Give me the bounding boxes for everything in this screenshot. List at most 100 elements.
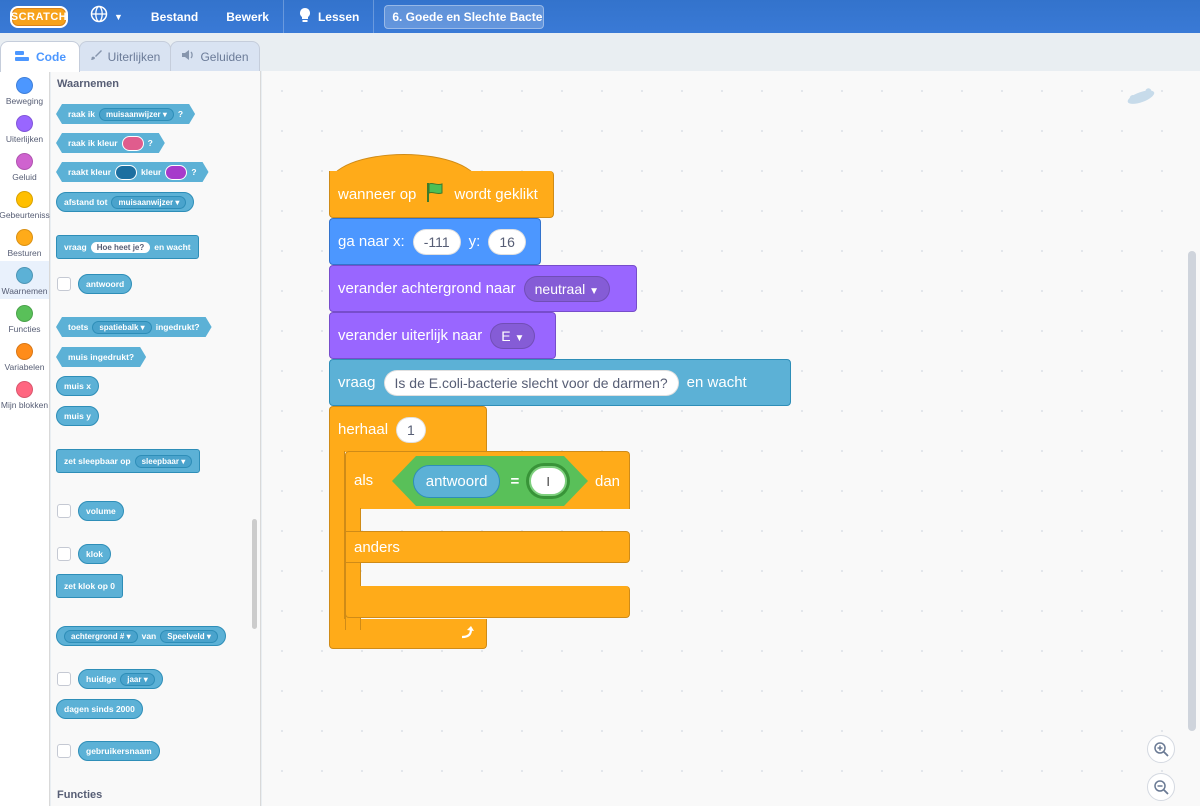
tab-code-label: Code xyxy=(36,50,66,64)
menu-divider xyxy=(373,0,375,33)
editor-tabs: Code Uiterlijken Geluiden xyxy=(0,33,1200,72)
dropdown-value: achtergrond # xyxy=(71,631,125,641)
username-checkbox[interactable] xyxy=(57,744,71,758)
question-input[interactable]: Is de E.coli-bacterie slecht voor de dar… xyxy=(383,369,679,396)
x-input[interactable]: -111 xyxy=(412,228,461,255)
zoom-out-button[interactable] xyxy=(1147,773,1175,801)
category-operators[interactable]: Functies xyxy=(0,299,49,337)
set-drag-mode-block[interactable]: zet sleepbaar op sleepbaar ▾ xyxy=(56,449,201,473)
answer-checkbox[interactable] xyxy=(57,277,71,291)
object-dropdown[interactable]: Speelveld ▾ xyxy=(160,629,218,643)
mouse-x-reporter[interactable]: muis x xyxy=(56,376,99,396)
dropdown-value: neutraal xyxy=(534,280,586,297)
switch-costume-block[interactable]: verander uiterlijk naar E ▼ xyxy=(329,312,556,359)
timer-reporter[interactable]: klok xyxy=(78,544,112,564)
distance-dropdown[interactable]: muisaanwijzer ▾ xyxy=(111,195,187,209)
mouse-y-reporter[interactable]: muis y xyxy=(56,406,99,426)
current-checkbox[interactable] xyxy=(57,672,71,686)
if-slot-top xyxy=(362,509,629,530)
answer-reporter[interactable]: antwoord xyxy=(78,274,133,294)
project-title-input[interactable]: 6. Goede en Slechte Bacte... xyxy=(384,4,545,29)
timer-checkbox[interactable] xyxy=(57,547,71,561)
scratch-logo[interactable]: SCRATCH xyxy=(10,5,68,28)
days-since-reporter[interactable]: dagen sinds 2000 xyxy=(56,699,143,719)
touching-color-block[interactable]: raak ik kleur ? xyxy=(56,133,165,153)
category-label: Functies xyxy=(8,324,41,334)
workspace-scrollbar[interactable] xyxy=(1188,251,1196,731)
if-else-foot xyxy=(345,586,630,618)
color-swatch[interactable] xyxy=(122,136,144,151)
reset-timer-block[interactable]: zet klok op 0 xyxy=(56,574,124,598)
property-dropdown[interactable]: achtergrond # ▾ xyxy=(64,629,138,643)
category-dot xyxy=(16,77,33,94)
ask-and-wait-block[interactable]: vraag Hoe heet je? en wacht xyxy=(56,235,199,259)
current-dropdown[interactable]: jaar ▾ xyxy=(120,672,155,686)
switch-backdrop-block[interactable]: verander achtergrond naar neutraal ▼ xyxy=(329,265,637,312)
loudness-reporter[interactable]: volume xyxy=(78,501,124,521)
ask-and-wait-block[interactable]: vraag Is de E.coli-bacterie slecht voor … xyxy=(329,359,791,406)
block-label: en wacht xyxy=(154,242,191,252)
costume-dropdown[interactable]: E ▼ xyxy=(490,322,536,349)
dropdown-value: jaar xyxy=(127,674,142,684)
ask-input[interactable]: Hoe heet je? xyxy=(90,241,151,253)
block-palette: Waarnemen raak ik muisaanwijzer ▾ ? raak… xyxy=(51,71,261,806)
category-label: Waarnemen xyxy=(1,286,48,296)
tab-costumes[interactable]: Uiterlijken xyxy=(79,41,171,71)
category-dot xyxy=(16,305,33,322)
menu-bar: SCRATCH ▼ Bestand Bewerk Lessen 6. Goede… xyxy=(0,0,1200,33)
color-swatch[interactable] xyxy=(115,165,137,180)
script-workspace[interactable]: wanneer op wordt geklikt ga naar x: -111… xyxy=(262,71,1200,806)
category-control[interactable]: Besturen xyxy=(0,223,49,261)
color-touching-color-block[interactable]: raakt kleur kleur ? xyxy=(56,162,209,182)
tab-sounds[interactable]: Geluiden xyxy=(170,41,260,71)
when-flag-clicked-block[interactable]: wanneer op wordt geklikt xyxy=(329,171,554,218)
key-dropdown[interactable]: spatiebalk ▾ xyxy=(92,321,151,334)
distance-block[interactable]: afstand tot muisaanwijzer ▾ xyxy=(56,192,195,212)
tab-code[interactable]: Code xyxy=(0,41,80,72)
palette-scrollbar[interactable] xyxy=(252,519,257,629)
color-swatch[interactable] xyxy=(165,165,187,180)
zoom-out-icon xyxy=(1154,780,1169,795)
key-pressed-block[interactable]: toets spatiebalk ▾ ingedrukt? xyxy=(56,317,212,337)
category-sensing[interactable]: Waarnemen xyxy=(0,261,49,299)
dropdown-value: E xyxy=(501,327,511,344)
touching-block[interactable]: raak ik muisaanwijzer ▾ ? xyxy=(56,104,195,124)
edit-menu[interactable]: Bewerk xyxy=(212,0,283,33)
category-events[interactable]: Gebeurteniss xyxy=(0,185,50,223)
category-variables[interactable]: Variabelen xyxy=(0,337,49,375)
category-looks[interactable]: Uiterlijken xyxy=(0,109,49,147)
repeat-block[interactable]: herhaal 1 xyxy=(329,406,487,452)
equals-operator-block[interactable]: antwoord = I xyxy=(392,456,588,506)
category-dot xyxy=(16,267,33,284)
tutorials-menu[interactable]: Lessen xyxy=(284,0,373,33)
file-menu[interactable]: Bestand xyxy=(137,0,212,33)
backdrop-dropdown[interactable]: neutraal ▼ xyxy=(523,275,611,302)
equals-right-input[interactable]: I xyxy=(529,466,567,496)
current-time-reporter[interactable]: huidige jaar ▾ xyxy=(78,669,163,689)
block-label: ? xyxy=(147,138,153,148)
zoom-in-icon xyxy=(1154,742,1169,757)
zoom-in-button[interactable] xyxy=(1147,735,1175,763)
block-label: en wacht xyxy=(686,374,747,391)
go-to-xy-block[interactable]: ga naar x: -111 y: 16 xyxy=(329,218,541,265)
block-label: verander uiterlijk naar xyxy=(338,327,483,344)
category-my-blocks[interactable]: Mijn blokken xyxy=(0,375,49,413)
tab-costumes-label: Uiterlijken xyxy=(107,49,161,64)
language-menu[interactable]: ▼ xyxy=(76,0,137,33)
mouse-down-block[interactable]: muis ingedrukt? xyxy=(56,347,146,367)
dropdown-value: muisaanwijzer xyxy=(118,197,174,207)
touching-dropdown[interactable]: muisaanwijzer ▾ xyxy=(99,108,174,121)
then-label: dan xyxy=(595,469,620,493)
dropdown-value: sleepbaar xyxy=(141,456,179,466)
category-menu: Beweging Uiterlijken Geluid Gebeurteniss… xyxy=(0,71,50,806)
backdrop-of-block[interactable]: achtergrond # ▾ van Speelveld ▾ xyxy=(56,626,226,646)
username-reporter[interactable]: gebruikersnaam xyxy=(78,741,160,761)
category-sound[interactable]: Geluid xyxy=(0,147,49,185)
loudness-checkbox[interactable] xyxy=(57,504,71,518)
y-input[interactable]: 16 xyxy=(488,228,526,255)
category-motion[interactable]: Beweging xyxy=(0,71,49,109)
repeat-times-input[interactable]: 1 xyxy=(396,416,426,443)
block-label: anders xyxy=(354,538,400,556)
answer-reporter[interactable]: antwoord xyxy=(413,465,501,498)
drag-mode-dropdown[interactable]: sleepbaar ▾ xyxy=(134,454,193,468)
